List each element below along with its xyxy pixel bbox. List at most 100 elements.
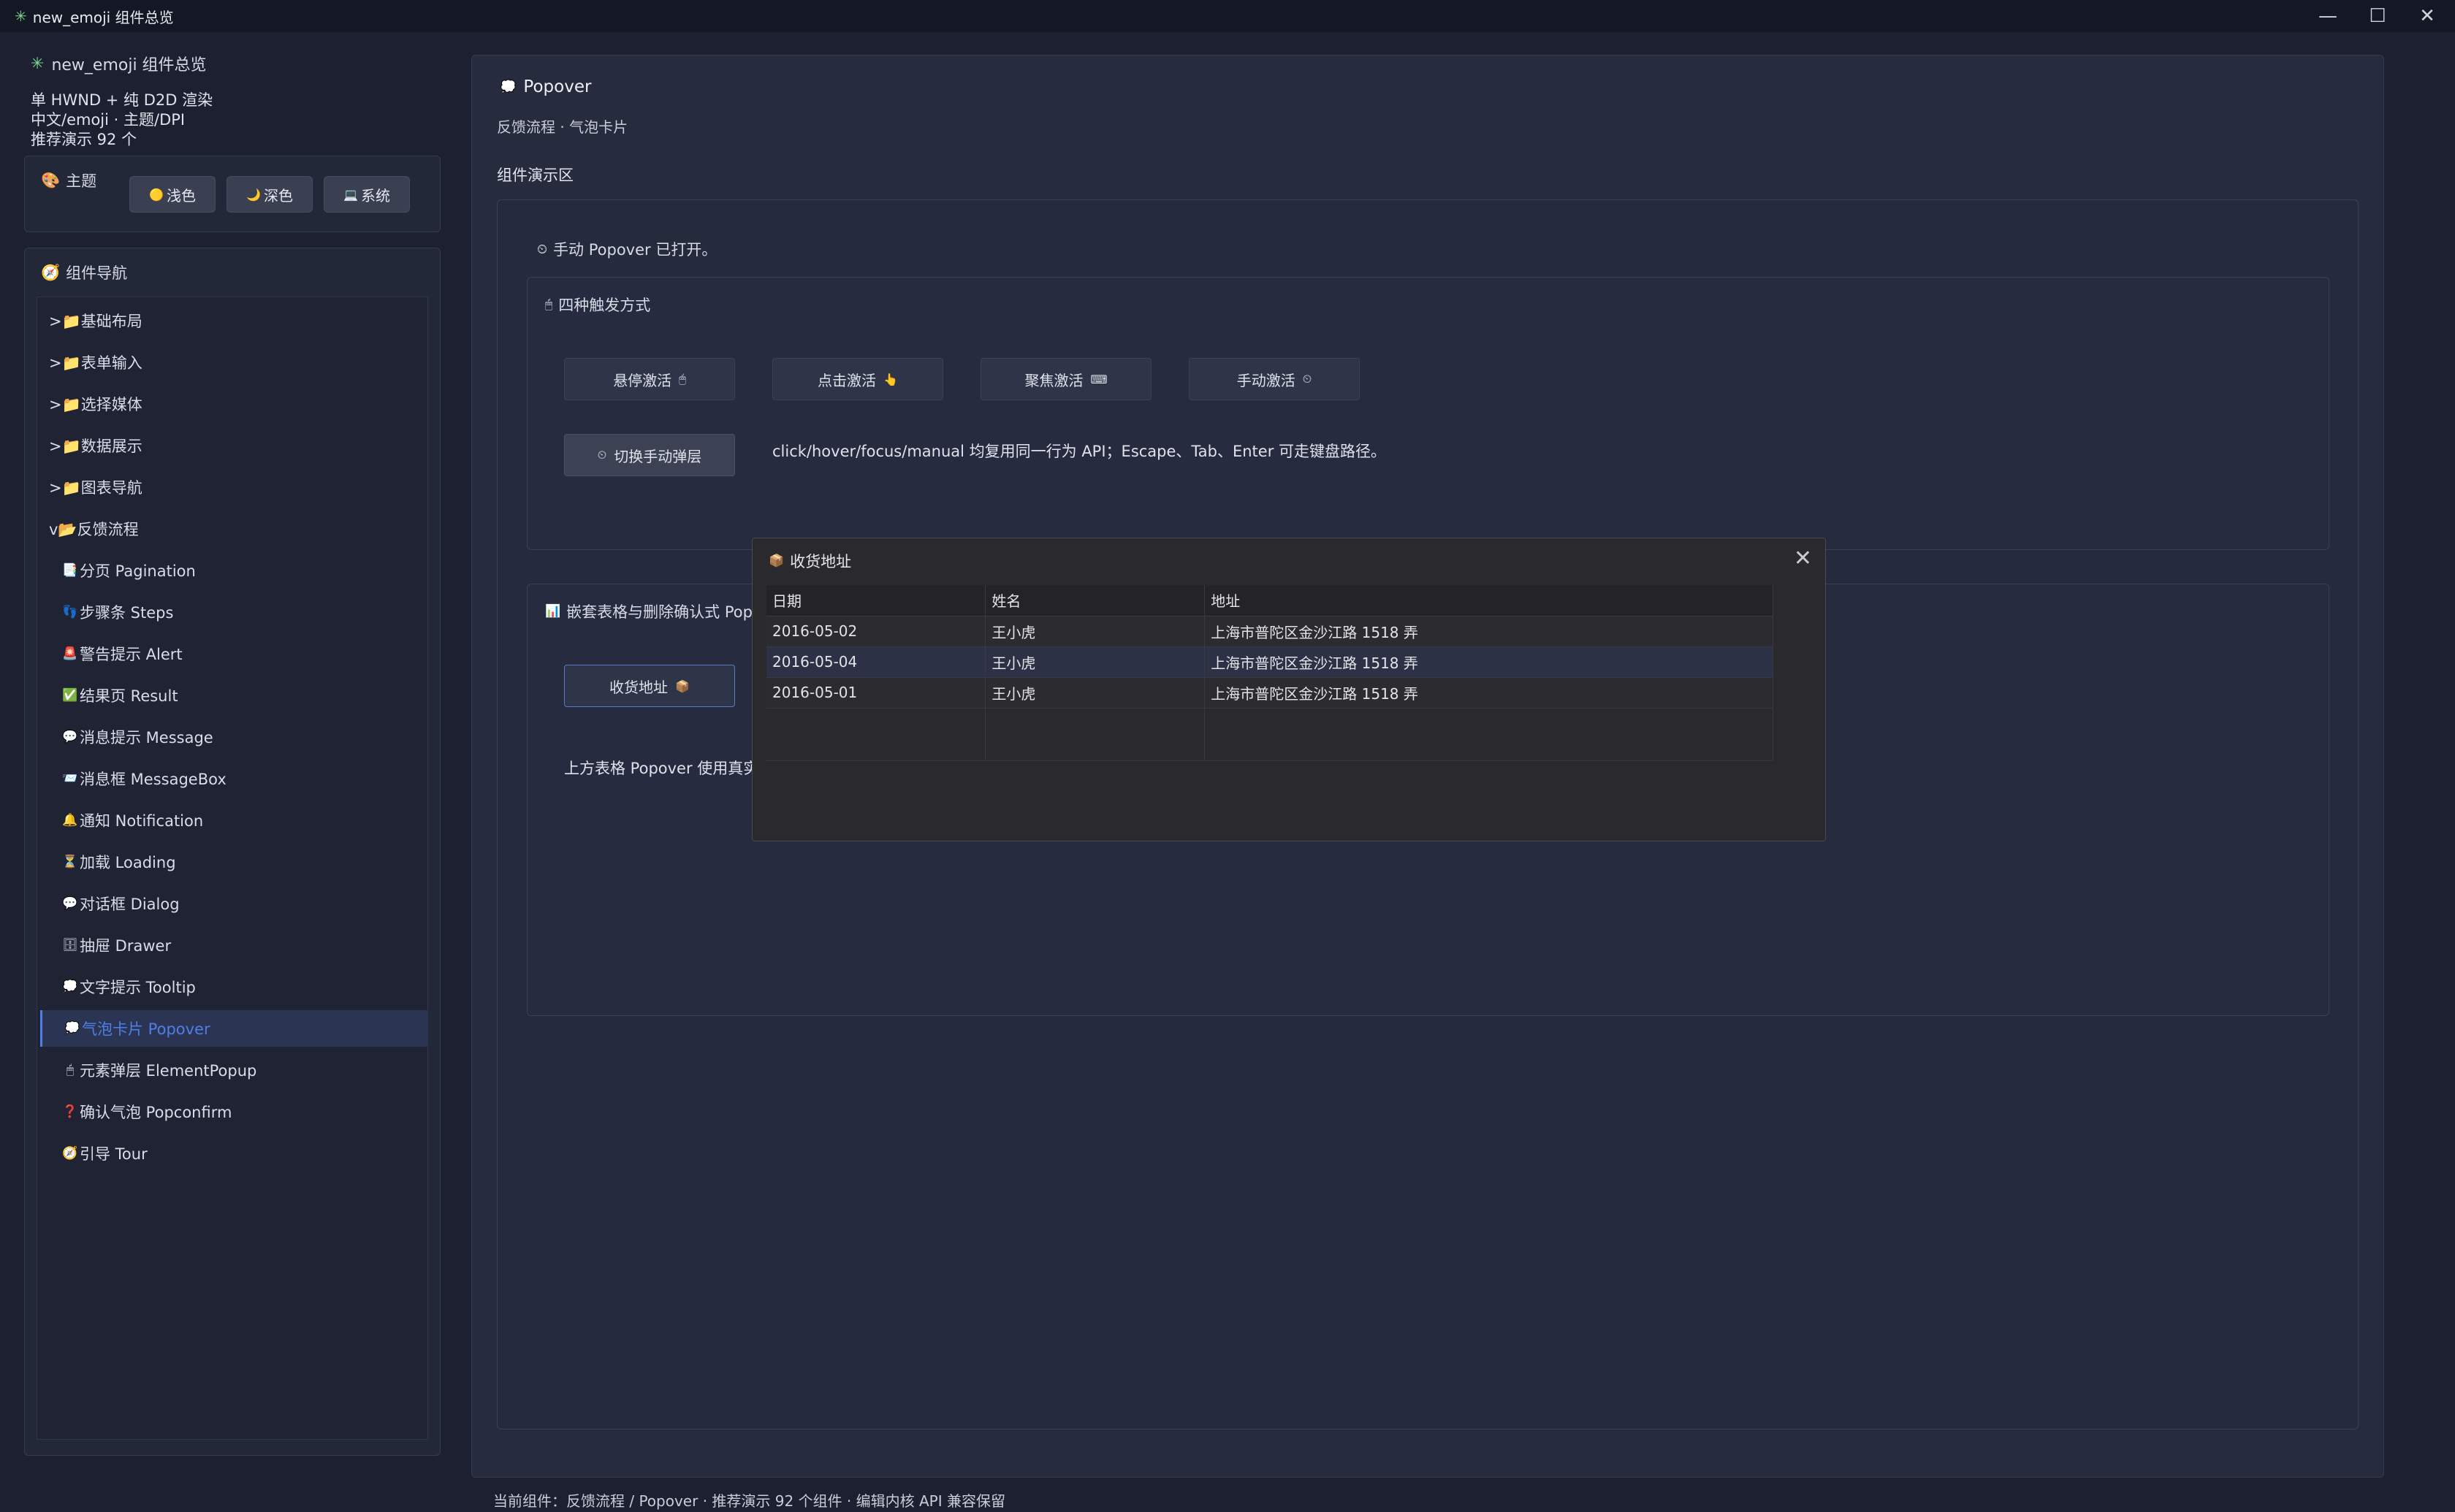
meta-line: 中文/emoji · 主题/DPI [31,111,186,129]
address-popover: 📦 收货地址 ✕ 日期 姓名 地址 2016-05-02 王小虎 上海市普陀区金… [752,538,1826,841]
nav-item-label: 引导 Tour [80,1145,148,1163]
cell-address: 上海市普陀区金沙江路 1518 弄 [1204,646,1773,678]
address-popover-button[interactable]: 收货地址 📦 [564,665,735,707]
popover-title-label: 收货地址 [790,553,852,570]
keyboard-icon: ⌨ [1090,372,1108,386]
nav-leaf-item[interactable]: 🖱 元素弹层 ElementPopup [40,1052,428,1088]
nav-item-label: >📁图表导航 [49,479,142,497]
nav-group-item[interactable]: >📁数据展示 [40,427,428,464]
close-window-button[interactable]: ✕ [2402,0,2452,32]
nav-leaf-item[interactable]: 💭 文字提示 Tooltip [40,969,428,1005]
status-line: ⏲ 手动 Popover 已打开。 [537,238,717,260]
nav-item-label: >📁数据展示 [49,438,142,455]
table-header-row: 日期 姓名 地址 [766,585,1773,616]
nav-leaf-item[interactable]: ⏳ 加载 Loading [40,844,428,880]
bar-chart-icon: 📊 [545,604,561,619]
click-trigger-button[interactable]: 点击激活 👆 [772,358,943,400]
timer-icon: ⏲ [1302,372,1312,386]
nav-group-item[interactable]: v📂反馈流程 [40,511,428,547]
nav-group-item[interactable]: >📁基础布局 [40,302,428,339]
nav-title: 🧭 组件导航 [41,261,127,283]
nested-table-section-title: 📊 嵌套表格与删除确认式 Pop [545,600,753,622]
nav-leaf-item[interactable]: 💬 对话框 Dialog [40,885,428,922]
timer-icon: ⏲ [537,241,548,257]
nav-group-item[interactable]: >📁表单输入 [40,344,428,381]
nav-item-icon: 🖱 [66,1063,75,1077]
nav-item-label: 通知 Notification [80,812,204,830]
nav-item-icon: 🧭 [62,1146,78,1161]
manual-trigger-button[interactable]: 手动激活 ⏲ [1189,358,1360,400]
nav-item-label: 分页 Pagination [80,562,196,580]
nav-leaf-item[interactable]: 🔔 通知 Notification [40,802,428,839]
hover-trigger-button[interactable]: 悬停激活 🖱 [564,358,735,400]
speech-bubble-icon: 💭 [500,79,517,95]
component-nav-card: 🧭 组件导航 >📁基础布局 >📁表单输入 >📁选择媒体 >📁数据展示 >📁图表导航 v📂反… [24,248,441,1456]
cell-date: 2016-05-04 [766,646,986,678]
hover-trigger-label: 悬停激活 [613,371,672,389]
cell-name: 王小虎 [985,646,1206,678]
nav-group-item[interactable]: >📁图表导航 [40,469,428,505]
nav-leaf-item[interactable]: ✅ 结果页 Result [40,677,428,714]
nav-item-icon: 📨 [62,771,78,786]
nav-leaf-item[interactable]: 📨 消息框 MessageBox [40,760,428,797]
column-header-address: 地址 [1204,585,1773,616]
table-section-description: 上方表格 Popover 使用真实 [564,760,759,777]
cell-name: 王小虎 [985,616,1206,647]
focus-trigger-button[interactable]: 聚焦激活 ⌨ [981,358,1152,400]
theme-dark-label: 深色 [263,186,293,205]
nav-leaf-item[interactable]: 💬 消息提示 Message [40,719,428,755]
nav-item-label: 对话框 Dialog [80,896,180,913]
cell-address: 上海市普陀区金沙江路 1518 弄 [1204,616,1773,647]
sun-icon: 🟡 [149,187,164,202]
nav-leaf-item[interactable]: ❓ 确认气泡 Popconfirm [40,1093,428,1130]
cell-address: 上海市普陀区金沙江路 1518 弄 [1204,677,1773,709]
close-icon[interactable]: ✕ [1794,546,1812,571]
toggle-manual-popover-button[interactable]: ⏲ 切换手动弹层 [564,434,735,476]
nav-item-icon: ⏳ [62,855,78,869]
popover-title: 📦 收货地址 [769,550,851,572]
focus-trigger-label: 聚焦激活 [1024,371,1084,389]
nav-item-label: 消息提示 Message [80,729,213,747]
click-trigger-label: 点击激活 [818,371,877,389]
nav-leaf-item[interactable]: 💭 气泡卡片 Popover [40,1010,428,1047]
table-row[interactable]: 2016-05-01 王小虎 上海市普陀区金沙江路 1518 弄 [766,677,1773,709]
address-button-label: 收货地址 [609,678,669,696]
column-header-date: 日期 [766,585,986,616]
theme-title-label: 主题 [66,172,97,190]
table-row[interactable]: 2016-05-02 王小虎 上海市普陀区金沙江路 1518 弄 [766,616,1773,647]
nav-item-label: 确认气泡 Popconfirm [80,1104,232,1121]
empty-cell [985,708,1206,761]
nav-item-icon: 💭 [64,1021,80,1036]
nav-item-icon: 💭 [62,980,78,994]
maximize-button[interactable]: ☐ [2353,0,2402,32]
nav-leaf-item[interactable]: 🧭 引导 Tour [40,1135,428,1172]
theme-system-button[interactable]: 💻 系统 [324,176,410,213]
demo-area-label: 组件演示区 [497,167,574,184]
manual-trigger-label: 手动激活 [1236,371,1295,389]
nav-item-label: 警告提示 Alert [80,646,183,663]
sidebar-meta: 单 HWND + 纯 D2D 渲染 中文/emoji · 主题/DPI 推荐演示… [31,91,213,150]
nav-leaf-item[interactable]: 🗄 抽屉 Drawer [40,927,428,963]
mouse-icon: 🖱 [679,372,686,386]
minimize-button[interactable]: — [2303,0,2353,32]
theme-light-label: 浅色 [166,186,196,205]
nav-item-icon: 💬 [62,896,78,911]
laptop-icon: 💻 [343,187,358,202]
status-text: 手动 Popover 已打开。 [553,241,718,259]
nav-leaf-item[interactable]: 🚨 警告提示 Alert [40,635,428,672]
package-icon: 📦 [675,679,690,693]
nav-group-item[interactable]: >📁选择媒体 [40,386,428,422]
window-titlebar: ✳ new_emoji 组件总览 — ☐ ✕ [0,0,2455,32]
nav-leaf-item[interactable]: 📑 分页 Pagination [40,552,428,589]
moon-icon: 🌙 [246,187,261,202]
theme-dark-button[interactable]: 🌙 深色 [227,176,313,213]
nav-item-icon: 🔔 [62,813,78,828]
column-header-name: 姓名 [985,585,1206,616]
theme-light-button[interactable]: 🟡 浅色 [129,176,216,213]
window-title: new_emoji 组件总览 [32,8,174,26]
table-row[interactable]: 2016-05-04 王小虎 上海市普陀区金沙江路 1518 弄 [766,646,1773,678]
palette-icon: 🎨 [41,171,61,189]
page-title-label: Popover [523,77,592,96]
cell-name: 王小虎 [985,677,1206,709]
nav-leaf-item[interactable]: 👣 步骤条 Steps [40,594,428,630]
